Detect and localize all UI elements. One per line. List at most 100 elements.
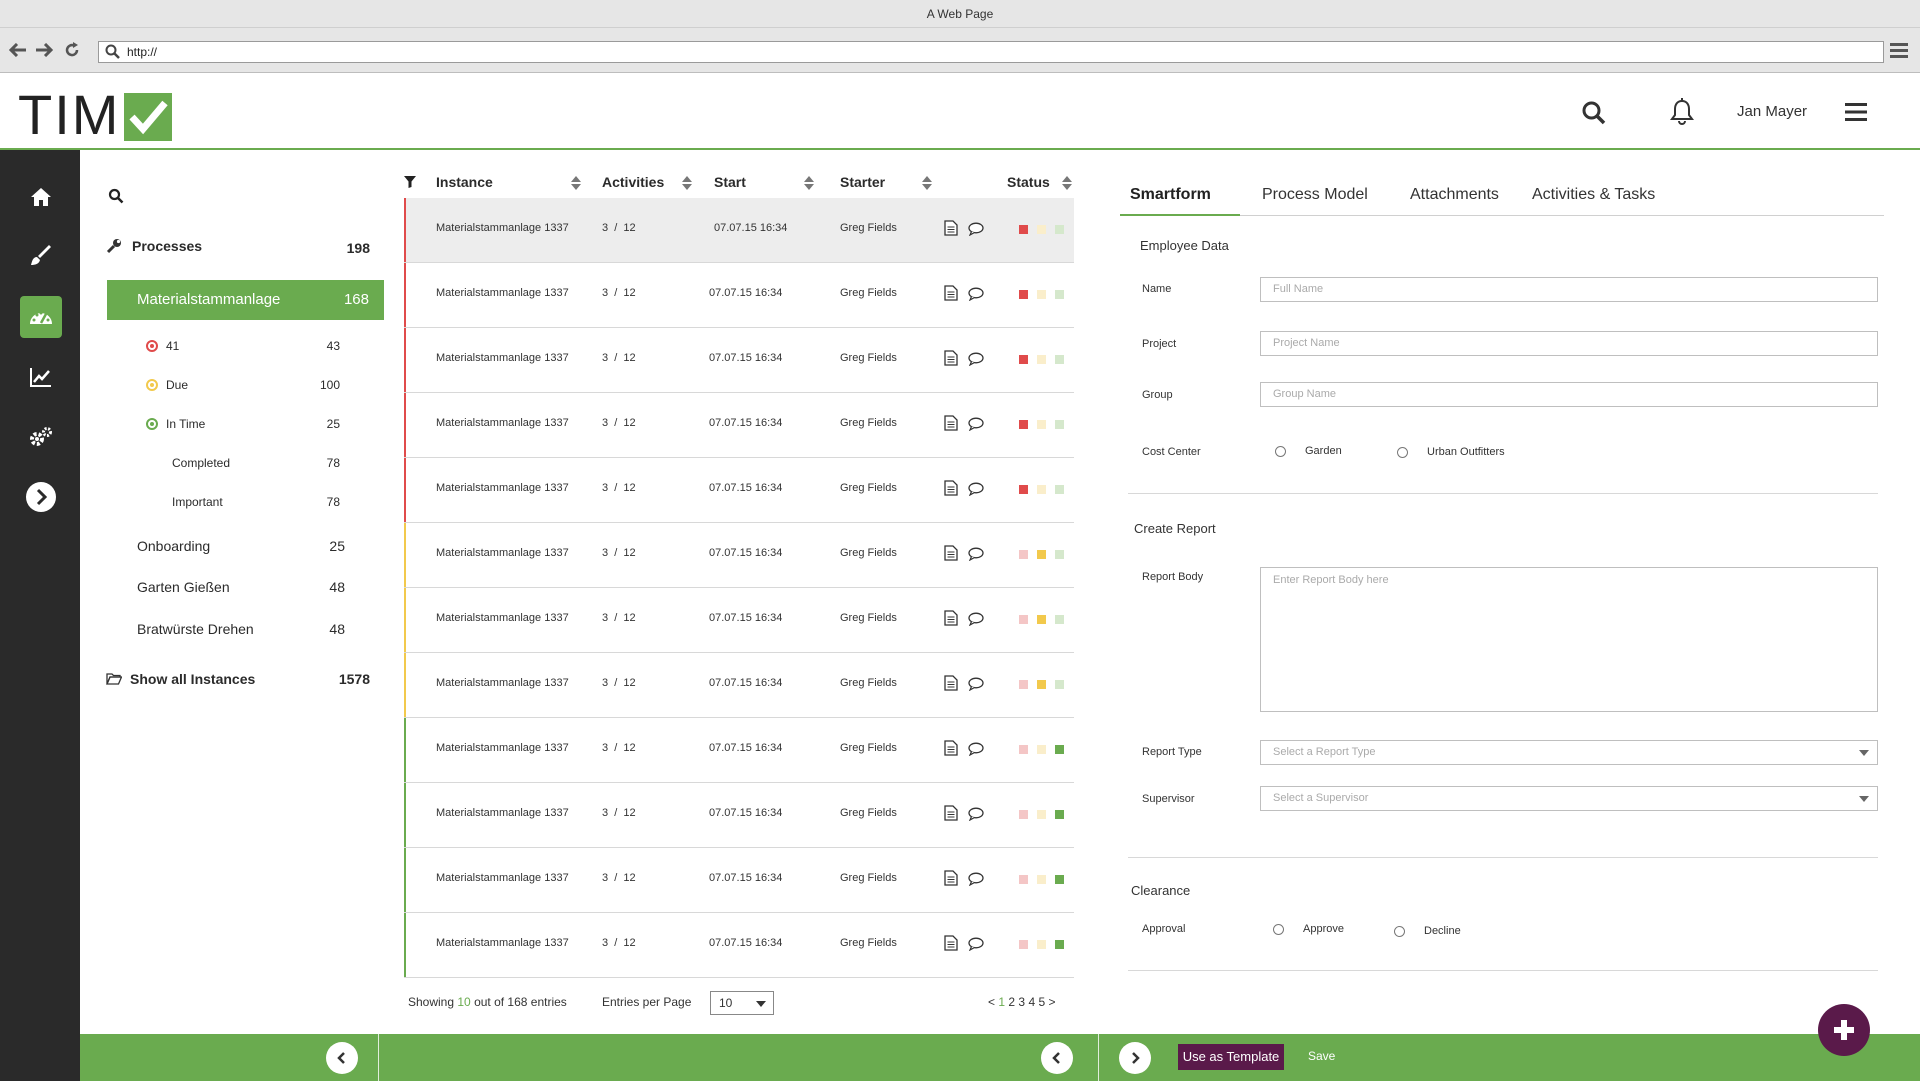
process-item-onboarding[interactable]: Onboarding xyxy=(137,538,210,554)
page-next[interactable]: > xyxy=(1049,995,1056,1009)
table-row[interactable]: Materialstammanlage 1337 3 / 12 07.07.15 1… xyxy=(404,328,1074,393)
comment-icon[interactable] xyxy=(968,937,984,954)
sort-icon[interactable] xyxy=(1062,176,1072,193)
comment-icon[interactable] xyxy=(968,612,984,629)
table-row[interactable]: Materialstammanlage 1337 3 / 12 07.07.15 1… xyxy=(404,198,1074,263)
comment-icon[interactable] xyxy=(968,352,984,369)
settings-icon[interactable] xyxy=(20,416,62,458)
logo[interactable]: TIM xyxy=(18,87,173,143)
document-icon[interactable] xyxy=(944,350,958,369)
table-row[interactable]: Materialstammanlage 1337 3 / 12 07.07.15 1… xyxy=(404,523,1074,588)
sort-icon[interactable] xyxy=(922,176,932,193)
document-icon[interactable] xyxy=(944,675,958,694)
process-item-active[interactable]: Materialstammanlage 168 xyxy=(107,280,384,320)
radio-approve[interactable] xyxy=(1273,924,1284,935)
entries-per-page-select[interactable]: 10 xyxy=(710,991,774,1015)
column-header-status[interactable]: Status xyxy=(1007,174,1050,190)
page-link-5[interactable]: 5 xyxy=(1038,995,1045,1009)
supervisor-select[interactable]: Select a Supervisor xyxy=(1260,786,1878,811)
user-name[interactable]: Jan Mayer xyxy=(1737,103,1807,120)
comment-icon[interactable] xyxy=(968,742,984,759)
page-prev[interactable]: < xyxy=(988,995,995,1009)
page-link-2[interactable]: 2 xyxy=(1008,995,1015,1009)
tab-process-model[interactable]: Process Model xyxy=(1262,186,1368,204)
chart-icon[interactable] xyxy=(20,356,62,398)
page-link-1[interactable]: 1 xyxy=(998,995,1005,1009)
page-link-4[interactable]: 4 xyxy=(1028,995,1035,1009)
substatus-due[interactable]: Due xyxy=(146,378,188,392)
table-row[interactable]: Materialstammanlage 1337 3 / 12 07.07.15 1… xyxy=(404,653,1074,718)
back-icon[interactable] xyxy=(8,40,28,60)
group-field[interactable]: Group Name xyxy=(1260,382,1878,407)
save-button[interactable]: Save xyxy=(1308,1049,1335,1063)
comment-icon[interactable] xyxy=(968,222,984,239)
name-field[interactable]: Full Name xyxy=(1260,277,1878,302)
table-row[interactable]: Materialstammanlage 1337 3 / 12 07.07.15 1… xyxy=(404,458,1074,523)
report-type-select[interactable]: Select a Report Type xyxy=(1260,740,1878,765)
tab-attachments[interactable]: Attachments xyxy=(1410,186,1499,204)
substatus-overdue[interactable]: 41 xyxy=(146,339,179,353)
document-icon[interactable] xyxy=(944,220,958,239)
show-all-instances[interactable]: Show all Instances xyxy=(106,671,255,687)
document-icon[interactable] xyxy=(944,480,958,499)
document-icon[interactable] xyxy=(944,545,958,564)
collapse-left-icon[interactable] xyxy=(326,1042,358,1074)
forward-icon[interactable] xyxy=(34,40,54,60)
sort-icon[interactable] xyxy=(804,176,814,193)
radio-decline[interactable] xyxy=(1394,926,1405,937)
comment-icon[interactable] xyxy=(968,417,984,434)
search-icon[interactable] xyxy=(108,188,124,209)
table-row[interactable]: Materialstammanlage 1337 3 / 12 07.07.15 1… xyxy=(404,848,1074,913)
reload-icon[interactable] xyxy=(62,40,82,60)
comment-icon[interactable] xyxy=(968,482,984,499)
sublist-important[interactable]: Important xyxy=(172,495,223,509)
comment-icon[interactable] xyxy=(968,807,984,824)
bell-icon[interactable] xyxy=(1670,98,1694,131)
project-field[interactable]: Project Name xyxy=(1260,331,1878,356)
substatus-in-time[interactable]: In Time xyxy=(146,417,205,431)
filter-icon[interactable] xyxy=(404,175,416,191)
document-icon[interactable] xyxy=(944,415,958,434)
sort-icon[interactable] xyxy=(571,176,581,193)
column-header-activities[interactable]: Activities xyxy=(602,174,664,190)
document-icon[interactable] xyxy=(944,740,958,759)
table-row[interactable]: Materialstammanlage 1337 3 / 12 07.07.15 1… xyxy=(404,913,1074,978)
tab-smartform[interactable]: Smartform xyxy=(1130,186,1211,204)
brush-icon[interactable] xyxy=(20,236,62,278)
table-row[interactable]: Materialstammanlage 1337 3 / 12 07.07.15 1… xyxy=(404,263,1074,328)
column-header-start[interactable]: Start xyxy=(714,174,746,190)
use-as-template-button[interactable]: Use as Template xyxy=(1178,1044,1284,1070)
document-icon[interactable] xyxy=(944,610,958,629)
url-input[interactable]: http:// xyxy=(98,41,1884,63)
comment-icon[interactable] xyxy=(968,547,984,564)
document-icon[interactable] xyxy=(944,285,958,304)
dashboard-icon[interactable] xyxy=(20,296,62,338)
expand-chevron-icon[interactable] xyxy=(20,476,62,518)
comment-icon[interactable] xyxy=(968,872,984,889)
comment-icon[interactable] xyxy=(968,677,984,694)
process-item-garten[interactable]: Garten Gießen xyxy=(137,579,230,595)
column-header-starter[interactable]: Starter xyxy=(840,174,885,190)
document-icon[interactable] xyxy=(944,870,958,889)
document-icon[interactable] xyxy=(944,805,958,824)
radio-garden[interactable] xyxy=(1275,446,1286,457)
report-body-field[interactable]: Enter Report Body here xyxy=(1260,567,1878,712)
page-link-3[interactable]: 3 xyxy=(1018,995,1025,1009)
expand-right-icon[interactable] xyxy=(1119,1042,1151,1074)
processes-header[interactable]: Processes xyxy=(106,238,202,254)
collapse-left-icon[interactable] xyxy=(1041,1042,1073,1074)
hamburger-menu-icon[interactable] xyxy=(1845,102,1867,127)
table-row[interactable]: Materialstammanlage 1337 3 / 12 07.07.15 1… xyxy=(404,783,1074,848)
add-plus-icon[interactable] xyxy=(1818,1004,1870,1056)
sublist-completed[interactable]: Completed xyxy=(172,456,230,470)
home-icon[interactable] xyxy=(20,176,62,218)
comment-icon[interactable] xyxy=(968,287,984,304)
document-icon[interactable] xyxy=(944,935,958,954)
table-row[interactable]: Materialstammanlage 1337 3 / 12 07.07.15 1… xyxy=(404,588,1074,653)
search-icon[interactable] xyxy=(1581,100,1607,131)
radio-urban-outfitters[interactable] xyxy=(1397,447,1408,458)
process-item-bratwurst[interactable]: Bratwürste Drehen xyxy=(137,621,254,637)
column-header-instance[interactable]: Instance xyxy=(436,174,493,190)
browser-menu-icon[interactable] xyxy=(1890,42,1908,63)
sort-icon[interactable] xyxy=(682,176,692,193)
